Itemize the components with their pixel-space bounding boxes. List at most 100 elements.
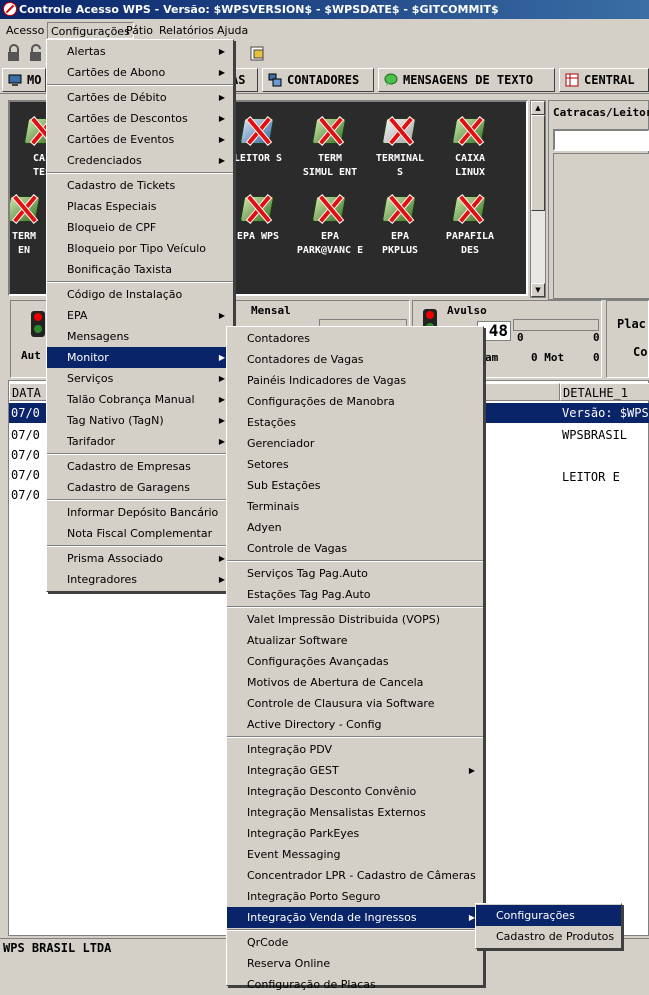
scroll-down-icon[interactable]: ▼ xyxy=(531,283,545,297)
menu-item-integracao-porto-seguro[interactable]: Integração Porto Seguro xyxy=(227,886,483,907)
menu-item-cadastro-de-tickets[interactable]: Cadastro de Tickets xyxy=(47,175,233,196)
menu-acesso[interactable]: Acesso xyxy=(3,22,47,39)
icon-panel-scrollbar[interactable]: ▲ ▼ xyxy=(530,100,546,298)
scroll-up-icon[interactable]: ▲ xyxy=(531,101,545,115)
menu-item-placas-especiais[interactable]: Placas Especiais xyxy=(47,196,233,217)
menu-patio[interactable]: Pátio xyxy=(123,22,156,39)
lock-icon[interactable] xyxy=(4,44,24,62)
submenu-arrow-icon: ▶ xyxy=(218,93,225,102)
menu-item-controle-de-clausura-via-software[interactable]: Controle de Clausura via Software xyxy=(227,693,483,714)
menu-item-tarifador[interactable]: Tarifador ▶ xyxy=(47,431,233,452)
menu-item-label: Controle de Clausura via Software xyxy=(247,697,435,710)
menu-relatorios[interactable]: Relatórios xyxy=(156,22,217,39)
menu-item-active-directory-config[interactable]: Active Directory - Config xyxy=(227,714,483,735)
unlock-icon[interactable] xyxy=(26,44,46,62)
menu-item-integracao-desconto-convenio[interactable]: Integração Desconto Convênio xyxy=(227,781,483,802)
menu-item-estacoes[interactable]: Estações xyxy=(227,412,483,433)
menu-item-label: Cadastro de Produtos xyxy=(496,930,615,943)
menu-item-terminais[interactable]: Terminais xyxy=(227,496,483,517)
menu-item-integracao-pdv[interactable]: Integração PDV xyxy=(227,739,483,760)
menu-item-cartoes-de-debito[interactable]: Cartões de Débito ▶ xyxy=(47,87,233,108)
menu-item-cartoes-de-abono[interactable]: Cartões de Abono ▶ xyxy=(47,62,233,83)
menu-ajuda[interactable]: Ajuda xyxy=(214,22,251,39)
table-row-detail[interactable]: LEITOR E xyxy=(560,467,620,487)
menu-item-concentrador-lpr-cadastro-de-cameras[interactable]: Concentrador LPR - Cadastro de Câmeras xyxy=(227,865,483,886)
terminal-tile[interactable]: TERM SIMUL ENT xyxy=(294,104,366,190)
menu-item-configuracoes-avancadas[interactable]: Configurações Avançadas xyxy=(227,651,483,672)
menu-item-event-messaging[interactable]: Event Messaging xyxy=(227,844,483,865)
menu-item-estacoes-tag-pag-auto[interactable]: Estações Tag Pag.Auto xyxy=(227,584,483,605)
menu-item-monitor[interactable]: Monitor ▶ xyxy=(47,347,233,368)
menu-item-cadastro-de-garagens[interactable]: Cadastro de Garagens xyxy=(47,477,233,498)
menu-item-valet-impressao-distribuida-vops[interactable]: Valet Impressão Distribuida (VOPS) xyxy=(227,609,483,630)
export-icon[interactable] xyxy=(248,44,268,62)
menu-item-atualizar-software[interactable]: Atualizar Software xyxy=(227,630,483,651)
tab-contadores[interactable]: CONTADORES xyxy=(262,68,374,92)
terminal-tile[interactable]: EPA PARK@VANC E xyxy=(294,182,366,268)
terminal-tile[interactable]: EPA PKPLUS xyxy=(364,182,436,268)
menu-item-talao-cobranca-manual[interactable]: Talão Cobrança Manual ▶ xyxy=(47,389,233,410)
menu-item-configuracao-de-placas[interactable]: Configuração de Placas xyxy=(227,974,483,995)
table-row-date[interactable]: 07/0 xyxy=(9,465,40,485)
menu-item-qrcode[interactable]: QrCode xyxy=(227,932,483,953)
menu-item-paineis-indicadores-de-vagas[interactable]: Painéis Indicadores de Vagas xyxy=(227,370,483,391)
terminal-name: CAIXA xyxy=(454,153,486,164)
tab-central[interactable]: CENTRAL xyxy=(559,68,649,92)
menu-item-reserva-online[interactable]: Reserva Online xyxy=(227,953,483,974)
menu-item-bloqueio-de-cpf[interactable]: Bloqueio de CPF xyxy=(47,217,233,238)
terminal-tile[interactable]: CAIXA LINUX xyxy=(434,104,506,190)
catracas-list[interactable] xyxy=(553,153,649,299)
table-row-date[interactable]: 07/0 xyxy=(9,485,40,505)
menu-item-prisma-associado[interactable]: Prisma Associado ▶ xyxy=(47,548,233,569)
table-row-date[interactable]: 07/0 xyxy=(9,425,40,445)
menu-item-integracao-venda-de-ingressos[interactable]: Integração Venda de Ingressos ▶ xyxy=(227,907,483,928)
menu-item-integracao-mensalistas-externos[interactable]: Integração Mensalistas Externos xyxy=(227,802,483,823)
menu-item-contadores-de-vagas[interactable]: Contadores de Vagas xyxy=(227,349,483,370)
catracas-filter-input[interactable] xyxy=(553,129,649,151)
menu-item-credenciados[interactable]: Credenciados ▶ xyxy=(47,150,233,171)
menu-item-controle-de-vagas[interactable]: Controle de Vagas xyxy=(227,538,483,559)
table-row-detail[interactable]: WPSBRASIL xyxy=(560,425,627,445)
terminal-tile[interactable]: TERMINAL S xyxy=(364,104,436,190)
menu-item-sub-estacoes[interactable]: Sub Estações xyxy=(227,475,483,496)
tab-mensagens[interactable]: MENSAGENS DE TEXTO xyxy=(378,68,555,92)
menu-item-cartoes-de-eventos[interactable]: Cartões de Eventos ▶ xyxy=(47,129,233,150)
submenu-arrow-icon: ▶ xyxy=(218,437,225,446)
menu-item-bonificacao-taxista[interactable]: Bonificação Taxista xyxy=(47,259,233,280)
menu-item-motivos-de-abertura-de-cancela[interactable]: Motivos de Abertura de Cancela xyxy=(227,672,483,693)
menu-item-servicos[interactable]: Serviços ▶ xyxy=(47,368,233,389)
menu-item-configuracoes-de-manobra[interactable]: Configurações de Manobra xyxy=(227,391,483,412)
menu-item-tag-nativo-tagn[interactable]: Tag Nativo (TagN) ▶ xyxy=(47,410,233,431)
menu-item-codigo-de-instalacao[interactable]: Código de Instalação xyxy=(47,284,233,305)
menu-item-cartoes-de-descontos[interactable]: Cartões de Descontos ▶ xyxy=(47,108,233,129)
scroll-thumb[interactable] xyxy=(531,115,545,211)
menu-item-informar-deposito-bancario[interactable]: Informar Depósito Bancário xyxy=(47,502,233,523)
menu-item-setores[interactable]: Setores xyxy=(227,454,483,475)
column-header-detalhe[interactable]: DETALHE_1 xyxy=(560,383,649,401)
menu-item-nota-fiscal-complementar[interactable]: Nota Fiscal Complementar xyxy=(47,523,233,544)
submenu-arrow-icon: ▶ xyxy=(218,575,225,584)
menu-configuracoes[interactable]: Configurações xyxy=(47,22,134,39)
table-row-detail[interactable]: Versão: $WPSVERSION$ xyxy=(560,403,649,423)
menu-item-configuracoes[interactable]: Configurações xyxy=(476,905,621,926)
window-title: Controle Acesso WPS - Versão: $WPSVERSIO… xyxy=(19,3,499,16)
menu-item-integracao-parkeyes[interactable]: Integração ParkEyes xyxy=(227,823,483,844)
menu-item-contadores[interactable]: Contadores xyxy=(227,328,483,349)
counter-placa: Plac Co xyxy=(606,300,649,378)
menu-item-cadastro-de-empresas[interactable]: Cadastro de Empresas xyxy=(47,456,233,477)
menu-item-integracao-gest[interactable]: Integração GEST ▶ xyxy=(227,760,483,781)
menu-item-mensagens[interactable]: Mensagens xyxy=(47,326,233,347)
menu-item-epa[interactable]: EPA ▶ xyxy=(47,305,233,326)
menu-item-adyen[interactable]: Adyen xyxy=(227,517,483,538)
tab-monitor[interactable]: MO xyxy=(2,68,46,92)
table-row-date[interactable]: 07/0 xyxy=(9,445,40,465)
menu-item-cadastro-de-produtos[interactable]: Cadastro de Produtos xyxy=(476,926,621,947)
menu-item-servicos-tag-pag-auto[interactable]: Serviços Tag Pag.Auto xyxy=(227,563,483,584)
terminal-tile[interactable]: PAPAFILA DES xyxy=(434,182,506,268)
menu-item-integradores[interactable]: Integradores ▶ xyxy=(47,569,233,590)
menu-item-label: Configurações Avançadas xyxy=(247,655,389,668)
submenu-arrow-icon: ▶ xyxy=(218,395,225,404)
menu-item-bloqueio-por-tipo-veiculo[interactable]: Bloqueio por Tipo Veículo xyxy=(47,238,233,259)
menu-item-alertas[interactable]: Alertas ▶ xyxy=(47,41,233,62)
menu-item-gerenciador[interactable]: Gerenciador xyxy=(227,433,483,454)
